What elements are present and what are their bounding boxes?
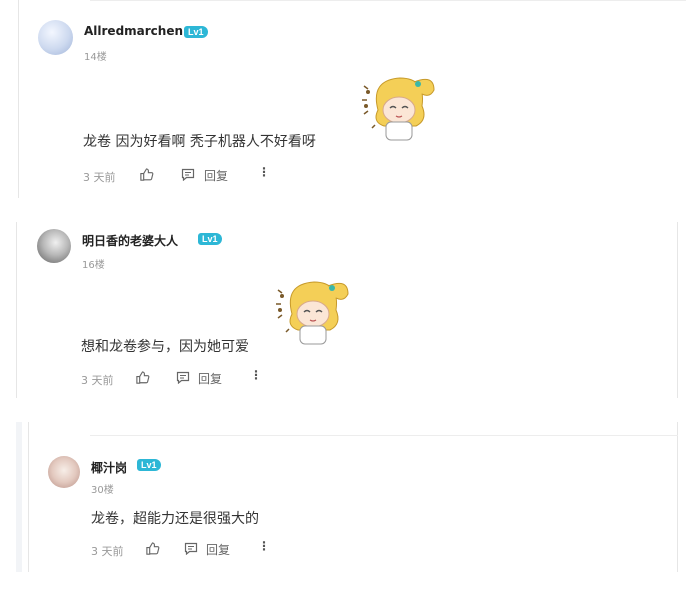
comment-text: 想和龙卷参与，因为她可爱 [81,339,249,355]
comment-icon[interactable] [184,542,198,555]
level-badge: Lv1 [198,233,222,245]
username[interactable]: 明日香的老婆大人 [82,232,178,249]
thumbs-up-icon[interactable] [145,541,160,556]
more-options-icon[interactable]: ⋮ [258,166,270,178]
reply-button[interactable]: 回复 [198,370,222,387]
avatar[interactable] [37,229,71,263]
comment-icon[interactable] [176,371,190,384]
timestamp: 3 天前 [83,171,116,184]
thumbs-up-icon[interactable] [135,370,150,385]
comment-icon[interactable] [181,168,195,181]
avatar[interactable] [38,20,73,55]
comment-text: 龙卷 因为好看啊 秃子机器人不好看呀 [83,134,316,150]
chibi-girl-sticker-icon [276,281,349,345]
floor-number: 16楼 [82,260,105,271]
card-border [18,0,19,198]
reply-button[interactable]: 回复 [204,167,228,184]
divider [90,435,678,436]
avatar[interactable] [48,456,80,488]
reply-button[interactable]: 回复 [206,541,230,558]
timestamp: 3 天前 [81,374,114,387]
reply-thread-bar [16,422,22,572]
more-options-icon[interactable]: ⋮ [250,369,262,381]
level-badge: Lv1 [137,459,161,471]
more-options-icon[interactable]: ⋮ [258,540,270,552]
floor-number: 30楼 [91,485,114,496]
card-border [28,422,29,572]
floor-number: 14楼 [84,52,107,63]
card-border [677,222,678,398]
divider [90,0,686,1]
username[interactable]: 椰汁岗 [91,459,127,476]
comment-text: 龙卷，超能力还是很强大的 [91,511,259,527]
card-border [16,222,17,398]
card-border [677,422,678,572]
level-badge: Lv1 [184,26,208,38]
timestamp: 3 天前 [91,545,124,558]
thumbs-up-icon[interactable] [139,167,154,182]
chibi-girl-sticker-icon [362,77,435,141]
username[interactable]: Allredmarchen [84,24,183,38]
